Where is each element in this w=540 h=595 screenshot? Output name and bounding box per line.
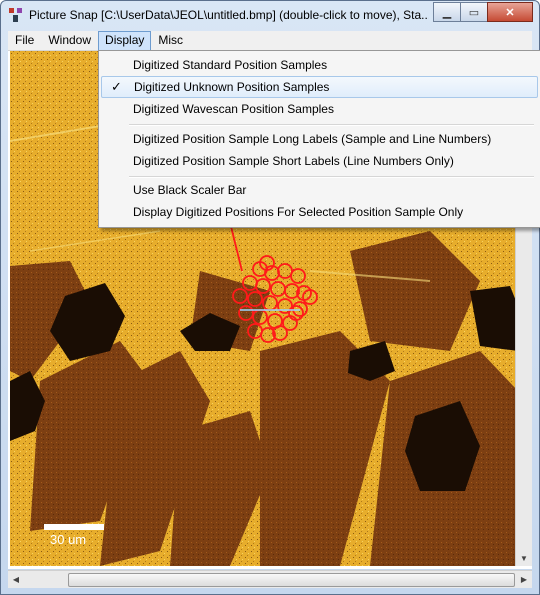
menu-separator: [129, 176, 534, 178]
maximize-icon: ▭: [468, 6, 480, 19]
menu-window[interactable]: Window: [41, 31, 98, 50]
menu-item-digitized-standard[interactable]: Digitized Standard Position Samples: [101, 54, 536, 76]
menu-display[interactable]: Display: [98, 31, 152, 51]
menu-bar: File Window Display Misc: [8, 31, 532, 51]
window-title: Picture Snap [C:\UserData\JEOL\untitled.…: [29, 8, 429, 22]
scroll-right-icon[interactable]: ▶: [516, 571, 532, 587]
horizontal-scroll-thumb[interactable]: [68, 573, 515, 587]
menu-item-digitized-wavescan[interactable]: Digitized Wavescan Position Samples: [101, 98, 536, 120]
app-icon: [9, 8, 22, 22]
maximize-button[interactable]: ▭: [460, 2, 488, 22]
menu-misc[interactable]: Misc: [151, 31, 190, 50]
menu-item-digitized-unknown[interactable]: ✓ Digitized Unknown Position Samples: [101, 76, 538, 98]
menu-item-selected-only[interactable]: Display Digitized Positions For Selected…: [101, 201, 536, 223]
scroll-down-icon[interactable]: ▼: [516, 550, 532, 566]
check-icon: ✓: [111, 79, 122, 94]
minimize-button[interactable]: ▁: [433, 2, 461, 22]
horizontal-scrollbar[interactable]: ◀ ▶: [8, 570, 532, 588]
close-button[interactable]: ✕: [487, 2, 533, 22]
display-menu-dropdown: Digitized Standard Position Samples ✓ Di…: [98, 50, 540, 228]
close-icon: ✕: [505, 6, 515, 19]
menu-item-black-scaler-bar[interactable]: Use Black Scaler Bar: [101, 179, 536, 201]
scroll-left-icon[interactable]: ◀: [8, 571, 24, 587]
menu-file[interactable]: File: [8, 31, 41, 50]
picture-snap-window: Picture Snap [C:\UserData\JEOL\untitled.…: [0, 0, 540, 595]
menu-separator: [129, 124, 534, 126]
menu-item-long-labels[interactable]: Digitized Position Sample Long Labels (S…: [101, 128, 536, 150]
scale-bar-label: 30 um: [50, 532, 87, 547]
menu-item-short-labels[interactable]: Digitized Position Sample Short Labels (…: [101, 150, 536, 172]
title-bar[interactable]: Picture Snap [C:\UserData\JEOL\untitled.…: [1, 1, 539, 31]
minimize-icon: ▁: [442, 6, 452, 19]
